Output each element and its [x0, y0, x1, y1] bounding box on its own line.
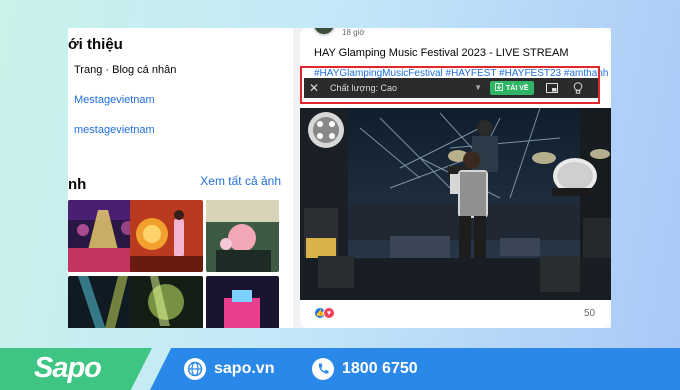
- hotline-contact: 1800 6750: [312, 358, 418, 380]
- globe-icon: [184, 358, 206, 380]
- hotline-text: 1800 6750: [342, 360, 418, 377]
- contact-panel: sapo.vn 1800 6750: [150, 348, 680, 390]
- intro-card: ới thiệu Trang · Blog cá nhân Mestagevie…: [68, 28, 293, 178]
- sapo-footer-banner: Sapo sapo.vn 1800 6750: [0, 348, 680, 390]
- intro-title: ới thiệu: [68, 36, 123, 53]
- photos-title: nh: [68, 176, 87, 193]
- reaction-summary[interactable]: 👍 ♥: [314, 307, 335, 319]
- website-contact: sapo.vn: [184, 358, 274, 380]
- highlight-box: [300, 66, 600, 104]
- post-timestamp[interactable]: 18 giờ: [342, 28, 365, 37]
- post-title: HAY Glamping Music Festival 2023 - LIVE …: [314, 47, 569, 59]
- live-stream-video[interactable]: [300, 108, 611, 300]
- photo-thumbnail[interactable]: [206, 200, 279, 272]
- reaction-count[interactable]: 50: [584, 308, 595, 319]
- photos-card: nh Xem tất cả ảnh: [68, 160, 293, 328]
- photo-thumbnail[interactable]: [130, 200, 203, 272]
- brand-panel: Sapo: [0, 348, 152, 390]
- photo-thumbnail[interactable]: [130, 276, 203, 328]
- see-all-photos-link[interactable]: Xem tất cả ảnh: [200, 174, 281, 188]
- phone-icon: [312, 358, 334, 380]
- love-icon: ♥: [323, 307, 335, 319]
- intro-link-mestage-2[interactable]: mestagevietnam: [74, 124, 155, 136]
- intro-link-mestage-1[interactable]: Mestagevietnam: [74, 94, 155, 106]
- intro-page-type-label: Trang · Blog cá nhân: [74, 64, 177, 76]
- facebook-page-screenshot: ới thiệu Trang · Blog cá nhân Mestagevie…: [68, 28, 611, 328]
- website-text: sapo.vn: [214, 360, 275, 377]
- page-avatar[interactable]: [312, 28, 336, 36]
- photo-thumbnail[interactable]: [206, 276, 279, 328]
- intro-page-type: Trang · Blog cá nhân: [74, 64, 176, 76]
- sapo-logo: Sapo: [34, 352, 102, 384]
- post-card: 18 giờ HAY Glamping Music Festival 2023 …: [300, 28, 611, 328]
